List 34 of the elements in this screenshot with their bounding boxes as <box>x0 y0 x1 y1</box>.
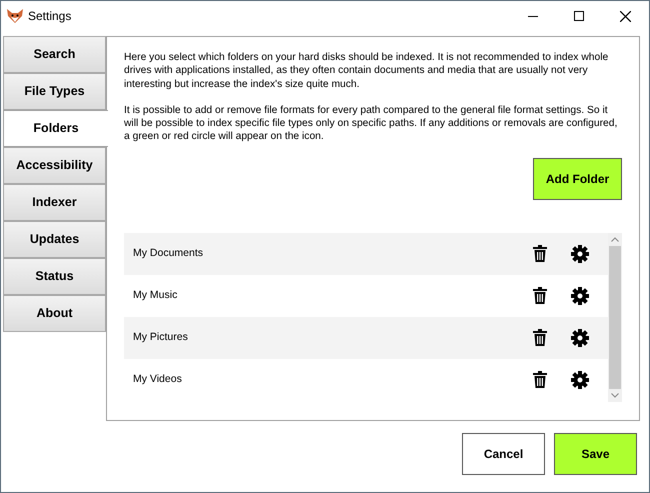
trash-icon[interactable] <box>533 329 547 346</box>
trash-icon[interactable] <box>533 371 547 388</box>
description-text: It is possible to add or remove file formats for every path compared to the general file format settings. So it will be possible to index specific file types only on specific paths. If any additions or removals are configured, a green or red circle will appear on the icon. <box>124 104 618 144</box>
trash-icon[interactable] <box>533 245 547 262</box>
description-text: Here you select which folders on your hard disks should be indexed. It is not recommended to index whole drives with applications installed, as they often contain documents and media that are usually not very interesting but increase the index's size quite much. <box>124 51 610 91</box>
folder-name: My Pictures <box>133 330 189 345</box>
folder-name: My Documents <box>133 246 204 261</box>
sidebar-tab[interactable]: Folders <box>3 110 108 147</box>
sidebar-tab[interactable]: Search <box>3 36 106 73</box>
sidebar-tab[interactable]: Indexer <box>3 184 106 221</box>
settings-icon[interactable] <box>571 370 589 389</box>
settings-icon[interactable] <box>571 286 589 305</box>
scroll-down-icon[interactable] <box>611 392 619 398</box>
folder-row[interactable]: My Pictures <box>124 316 608 359</box>
trash-icon[interactable] <box>533 287 547 304</box>
folder-name: My Videos <box>133 372 183 387</box>
scroll-up-icon[interactable] <box>611 236 619 242</box>
sidebar-tab[interactable]: About <box>3 295 106 332</box>
add-folder-button[interactable]: Add Folder <box>533 158 622 200</box>
folder-row[interactable]: My Documents <box>124 232 608 275</box>
sidebar-tab[interactable]: File Types <box>3 73 106 110</box>
save-button[interactable]: Save <box>554 433 637 475</box>
window-title: Settings <box>28 8 72 25</box>
fox-logo-icon <box>7 9 23 23</box>
maximize-icon[interactable] <box>574 11 584 21</box>
sidebar-tab[interactable]: Accessibility <box>3 147 106 184</box>
sidebar-tab[interactable]: Status <box>3 258 106 295</box>
settings-icon[interactable] <box>571 328 589 347</box>
scrollbar[interactable] <box>608 232 622 402</box>
sidebar-tab[interactable]: Updates <box>3 221 106 258</box>
folder-name: My Music <box>133 288 178 303</box>
close-icon[interactable] <box>620 10 631 22</box>
cancel-button[interactable]: Cancel <box>462 433 545 475</box>
settings-icon[interactable] <box>571 244 589 263</box>
